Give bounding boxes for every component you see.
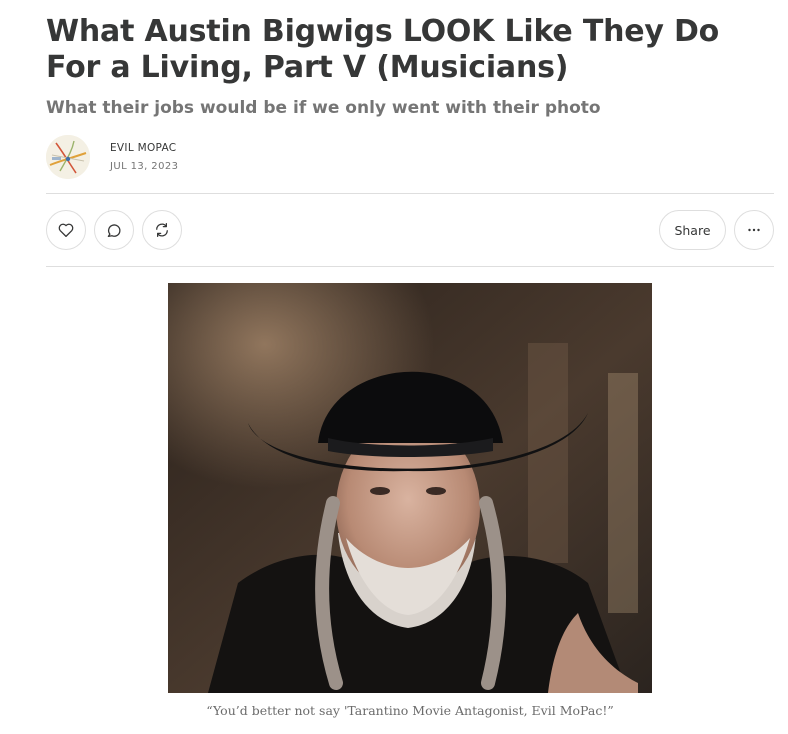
share-button[interactable]: Share <box>659 210 726 250</box>
heart-icon <box>58 223 74 238</box>
post-title: What Austin Bigwigs LOOK Like They Do Fo… <box>46 14 720 85</box>
post-image[interactable] <box>168 283 652 693</box>
author-name-link[interactable]: EVIL MOPAC <box>110 142 178 154</box>
like-button[interactable] <box>46 210 86 250</box>
byline: EVIL MOPAC JUL 13, 2023 <box>46 135 178 179</box>
divider <box>46 266 774 267</box>
comment-bubble-icon <box>107 224 121 238</box>
post-actions: Share <box>46 210 774 250</box>
divider <box>46 193 774 194</box>
post-header: What Austin Bigwigs LOOK Like They Do Fo… <box>46 14 774 120</box>
image-caption: “You’d better not say 'Tarantino Movie A… <box>206 703 614 718</box>
restack-icon <box>156 222 168 238</box>
author-avatar[interactable] <box>46 135 90 179</box>
post-date: JUL 13, 2023 <box>110 161 179 172</box>
more-options-button[interactable] <box>734 210 774 250</box>
portrait-photo <box>168 283 652 693</box>
map-avatar-icon <box>46 135 90 179</box>
post-subtitle: What their jobs would be if we only went… <box>46 98 601 118</box>
byline-text: EVIL MOPAC JUL 13, 2023 <box>110 142 178 172</box>
ellipsis-icon <box>748 228 760 232</box>
restack-button[interactable] <box>142 210 182 250</box>
comment-button[interactable] <box>94 210 134 250</box>
